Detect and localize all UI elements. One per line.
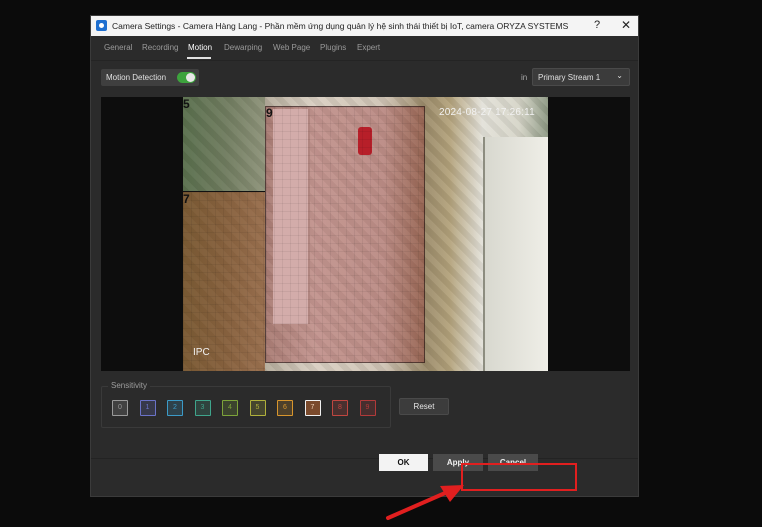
sensitivity-level-1[interactable]: 1 [139,400,156,416]
ok-button[interactable]: OK [379,454,428,471]
active-tab-indicator [187,57,211,59]
sensitivity-level-2[interactable]: 2 [167,400,183,416]
help-button[interactable]: ? [594,19,600,31]
stream-in-label: in [521,73,528,82]
tab-dewarping[interactable]: Dewarping [224,43,262,52]
zone-label-5: 5 [183,97,190,111]
zone-label-9: 9 [266,106,273,120]
tab-web-page[interactable]: Web Page [273,43,310,52]
red-highlight-box [461,463,577,491]
sensitivity-level-0[interactable]: 0 [112,400,128,416]
feed-door [483,137,548,371]
sensitivity-level-7[interactable]: 7 [304,400,321,416]
tab-bar: General Recording Motion Dewarping Web P… [91,36,638,56]
motion-grid-preview[interactable]: 5 9 7 2024-08-27 17:26:11 IPC [101,97,630,371]
camera-feed: 5 9 7 2024-08-27 17:26:11 IPC [183,97,548,371]
toggle-knob [186,73,195,82]
chevron-down-icon: ⌄ [616,71,623,80]
zone-grid [183,192,265,371]
window-title: Camera Settings - Camera Hàng Lang - Phầ… [112,21,569,31]
sensitivity-level-5[interactable]: 5 [249,400,266,416]
stream-select[interactable]: Primary Stream 1 ⌄ [532,68,630,86]
video-osd-label: IPC [193,347,210,358]
motion-zone-9[interactable] [265,106,425,363]
divider [91,60,638,61]
motion-detection-toggle[interactable] [177,72,196,83]
sensitivity-level-4[interactable]: 4 [222,400,238,416]
close-button[interactable]: ✕ [621,18,631,32]
app-icon [96,20,107,31]
title-bar: Camera Settings - Camera Hàng Lang - Phầ… [91,16,638,36]
footer-divider [91,458,638,459]
sensitivity-group: Sensitivity 0123456789 [101,381,391,428]
camera-settings-dialog: Camera Settings - Camera Hàng Lang - Phầ… [90,15,639,497]
motion-detection-label: Motion Detection [106,73,167,82]
sensitivity-label: Sensitivity [108,381,151,390]
sensitivity-level-8[interactable]: 8 [332,400,348,416]
motion-zone-5[interactable] [183,97,265,191]
tab-plugins[interactable]: Plugins [320,43,346,52]
video-timestamp: 2024-08-27 17:26:11 [439,107,535,118]
sensitivity-level-3[interactable]: 3 [194,400,211,416]
motion-detection-control: Motion Detection [101,69,199,86]
sensitivity-level-9[interactable]: 9 [359,400,376,416]
red-arrow-annotation [386,485,464,520]
tab-motion[interactable]: Motion [188,43,212,52]
tab-expert[interactable]: Expert [357,43,380,52]
tab-general[interactable]: General [104,43,132,52]
zone-label-7: 7 [183,192,190,206]
sensitivity-level-6[interactable]: 6 [277,400,293,416]
zone-grid [266,107,424,362]
stream-select-value: Primary Stream 1 [538,73,601,82]
tab-recording[interactable]: Recording [142,43,178,52]
reset-button[interactable]: Reset [399,398,449,415]
motion-zone-7[interactable] [183,191,265,371]
